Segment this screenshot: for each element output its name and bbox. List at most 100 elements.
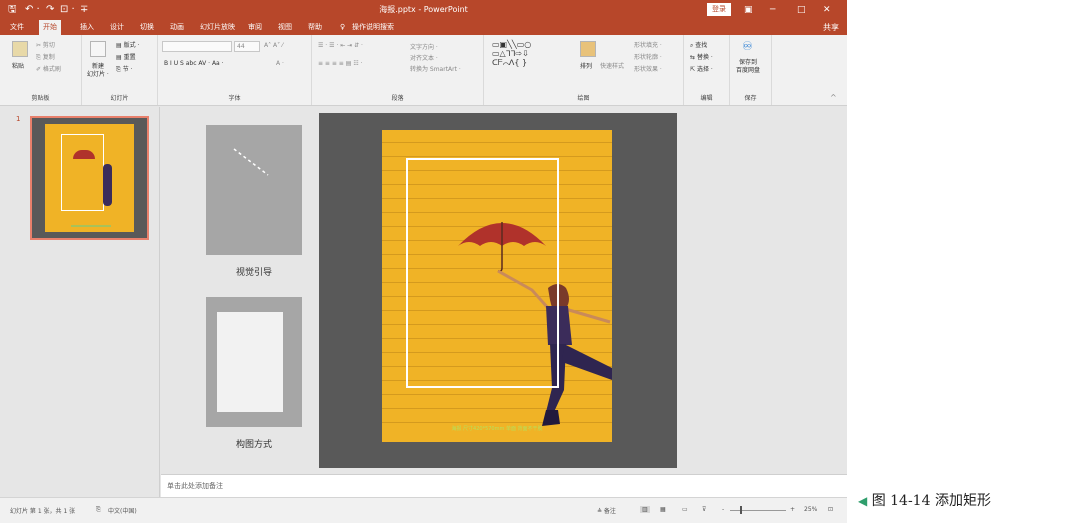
collapse-ribbon-icon[interactable]: ^: [830, 93, 837, 102]
spellcheck-icon[interactable]: ⎘: [96, 506, 101, 514]
select-button[interactable]: ⇱ 选择 ·: [690, 64, 713, 73]
font-size-value: 44: [237, 43, 245, 50]
quick-styles-button[interactable]: 快速样式: [600, 61, 624, 70]
editing-group-label: 编辑: [700, 95, 713, 102]
arrange-icon[interactable]: [580, 41, 596, 57]
replace-label: 替换 ·: [696, 54, 713, 61]
composition-white-block: [217, 312, 283, 412]
new-slide-dropdown[interactable]: 幻灯片 ·: [87, 69, 109, 78]
composition-label: 构图方式: [235, 440, 272, 450]
editing-area: 视觉引导 构图方式 海报 尺寸420*570mm 单面 背面不干胶: [161, 107, 847, 473]
replace-button[interactable]: ⇆ 替换 ·: [690, 52, 713, 61]
tab-home[interactable]: 开始: [39, 20, 61, 35]
group-editing: ⌕ 查找 ⇆ 替换 · ⇱ 选择 · 编辑: [684, 35, 730, 105]
minimize-button[interactable]: ─: [770, 3, 775, 17]
zoom-in-button[interactable]: +: [790, 506, 795, 513]
shape-fill-button[interactable]: 形状填充 ·: [634, 40, 662, 49]
normal-view-icon[interactable]: ▥: [640, 506, 650, 513]
lightbulb-icon: ♀: [340, 23, 346, 31]
thumbnail-umbrella: [73, 150, 95, 159]
copy-button[interactable]: ⎘ 复制: [36, 52, 55, 62]
group-clipboard: 粘贴 ✂ 剪切 ⎘ 复制 ✐ 格式刷 剪贴板: [0, 35, 82, 105]
cut-button[interactable]: ✂ 剪切: [36, 40, 55, 49]
group-slides: 新建 幻灯片 · ▤ 版式 · ▤ 重置 ⎘ 节 · 幻灯片: [82, 35, 158, 105]
save-group-label: 保存: [744, 95, 757, 102]
fit-to-window-icon[interactable]: ⊡: [828, 506, 833, 513]
tab-help[interactable]: 帮助: [308, 20, 322, 35]
close-button[interactable]: ✕: [823, 3, 831, 17]
tab-view[interactable]: 视图: [278, 20, 292, 35]
shape-effects-button[interactable]: 形状效果 ·: [634, 64, 662, 73]
align-buttons-icon[interactable]: ≡ ≡ ≡ ≡ ▤ ☷ ·: [318, 60, 363, 67]
drawing-group-label: 绘图: [577, 95, 590, 102]
convert-smartart-button[interactable]: 转换为 SmartArt ·: [410, 64, 461, 73]
added-white-rectangle[interactable]: [406, 158, 559, 388]
font-group-label: 字体: [228, 95, 241, 102]
new-slide-icon[interactable]: [90, 41, 106, 57]
group-save: ♾ 保存到 百度网盘 保存: [730, 35, 772, 105]
tab-slideshow[interactable]: 幻灯片放映: [200, 20, 235, 35]
font-color-button[interactable]: A ·: [276, 60, 284, 67]
shape-outline-button[interactable]: 形状轮廓 ·: [634, 52, 662, 61]
ribbon-tabs: 文件 开始 插入 设计 切换 动画 幻灯片放映 审阅 视图 帮助 ♀ 操作说明搜…: [0, 19, 847, 35]
caption-text: 图 14-14 添加矩形: [871, 493, 991, 509]
zoom-slider-thumb[interactable]: [740, 506, 742, 514]
slide-count: 幻灯片 第 1 张，共 1 张: [10, 508, 76, 515]
list-buttons-icon[interactable]: ☰ · ☰ · ⇤ ⇥ ⇵ ·: [318, 42, 363, 49]
slide-thumbnail[interactable]: [30, 116, 149, 240]
baidu-cloud-icon[interactable]: ♾: [742, 39, 753, 53]
ribbon-home: 粘贴 ✂ 剪切 ⎘ 复制 ✐ 格式刷 剪贴板 新建 幻灯片 · ▤ 版式 · ▤…: [0, 35, 847, 106]
font-name-combo[interactable]: [162, 41, 232, 52]
language-indicator[interactable]: 中文(中国): [108, 506, 137, 515]
layout-button[interactable]: ▤ 版式 ·: [116, 40, 139, 49]
share-button[interactable]: 共享: [823, 20, 839, 35]
find-label: 查找: [695, 42, 708, 49]
zoom-level[interactable]: 25%: [804, 506, 817, 513]
notes-pane[interactable]: 单击此处添加备注: [161, 474, 847, 497]
find-button[interactable]: ⌕ 查找: [690, 40, 707, 50]
baidu-netdisk-label: 百度网盘: [736, 67, 761, 74]
grow-shrink-font-icon[interactable]: A˄ A˅ ⁄: [264, 42, 283, 49]
tab-animations[interactable]: 动画: [170, 20, 184, 35]
slide-number: 1: [16, 115, 21, 123]
caption-arrow-icon: ◀: [858, 494, 868, 508]
slide-thumbnail-pane: 1: [0, 107, 160, 497]
align-text-button[interactable]: 对齐文本 ·: [410, 53, 438, 62]
reset-button[interactable]: ▤ 重置: [116, 52, 136, 61]
tab-review[interactable]: 审阅: [248, 20, 262, 35]
notes-toggle-button[interactable]: ≜ 备注: [597, 506, 616, 515]
tab-insert[interactable]: 插入: [80, 20, 94, 35]
thumbnail-poster: [45, 124, 134, 232]
shapes-gallery-icon[interactable]: ▭▣╲╲▭○ ▭△ᒣᒣ⇨⇩ ᑕᖴ⌒ᐱ{ }: [492, 40, 531, 67]
section-button[interactable]: ⎘ 节 ·: [116, 64, 133, 74]
maximize-button[interactable]: □: [797, 3, 806, 17]
font-format-buttons[interactable]: B I U S abc AV · Aa ·: [164, 60, 224, 67]
ribbon-display-options-icon[interactable]: ▣: [744, 3, 753, 17]
paste-button[interactable]: 粘贴: [12, 61, 24, 70]
notes-placeholder: 单击此处添加备注: [167, 482, 223, 490]
zoom-out-button[interactable]: -: [722, 506, 724, 513]
visual-guide-label: 视觉引导: [235, 268, 272, 278]
reading-view-icon[interactable]: ▭: [682, 506, 688, 513]
powerpoint-window: 🖫 ↶ · ↷ ⊡ · ∓ 海报.pptx - PowerPoint 登录 ▣ …: [0, 0, 847, 523]
slide-sorter-icon[interactable]: ▦: [660, 506, 666, 513]
paste-icon[interactable]: [12, 41, 28, 57]
tab-transitions[interactable]: 切换: [140, 20, 154, 35]
reference-composition: [206, 297, 302, 427]
tab-design[interactable]: 设计: [110, 20, 124, 35]
clipboard-group-label: 剪贴板: [31, 95, 50, 102]
login-button[interactable]: 登录: [707, 3, 731, 16]
tab-file[interactable]: 文件: [10, 20, 24, 35]
arrange-button[interactable]: 排列: [580, 61, 592, 70]
text-direction-button[interactable]: 文字方向 ·: [410, 42, 438, 51]
tell-me-search[interactable]: 操作说明搜索: [352, 20, 394, 35]
poster-image[interactable]: 海报 尺寸420*570mm 单面 背面不干胶: [382, 130, 612, 442]
slideshow-icon[interactable]: ⊽: [702, 506, 706, 513]
slide-canvas[interactable]: 海报 尺寸420*570mm 单面 背面不干胶: [319, 113, 677, 468]
group-paragraph: ☰ · ☰ · ⇤ ⇥ ⇵ · 文字方向 · ≡ ≡ ≡ ≡ ▤ ☷ · 对齐文…: [312, 35, 484, 105]
zoom-slider[interactable]: [730, 510, 786, 511]
group-drawing: ▭▣╲╲▭○ ▭△ᒣᒣ⇨⇩ ᑕᖴ⌒ᐱ{ } 排列 快速样式 形状填充 · 形状轮廓 …: [484, 35, 684, 105]
thumbnail-caption: [71, 225, 111, 227]
format-painter-button[interactable]: ✐ 格式刷: [36, 64, 61, 73]
font-size-combo[interactable]: 44: [234, 41, 260, 52]
